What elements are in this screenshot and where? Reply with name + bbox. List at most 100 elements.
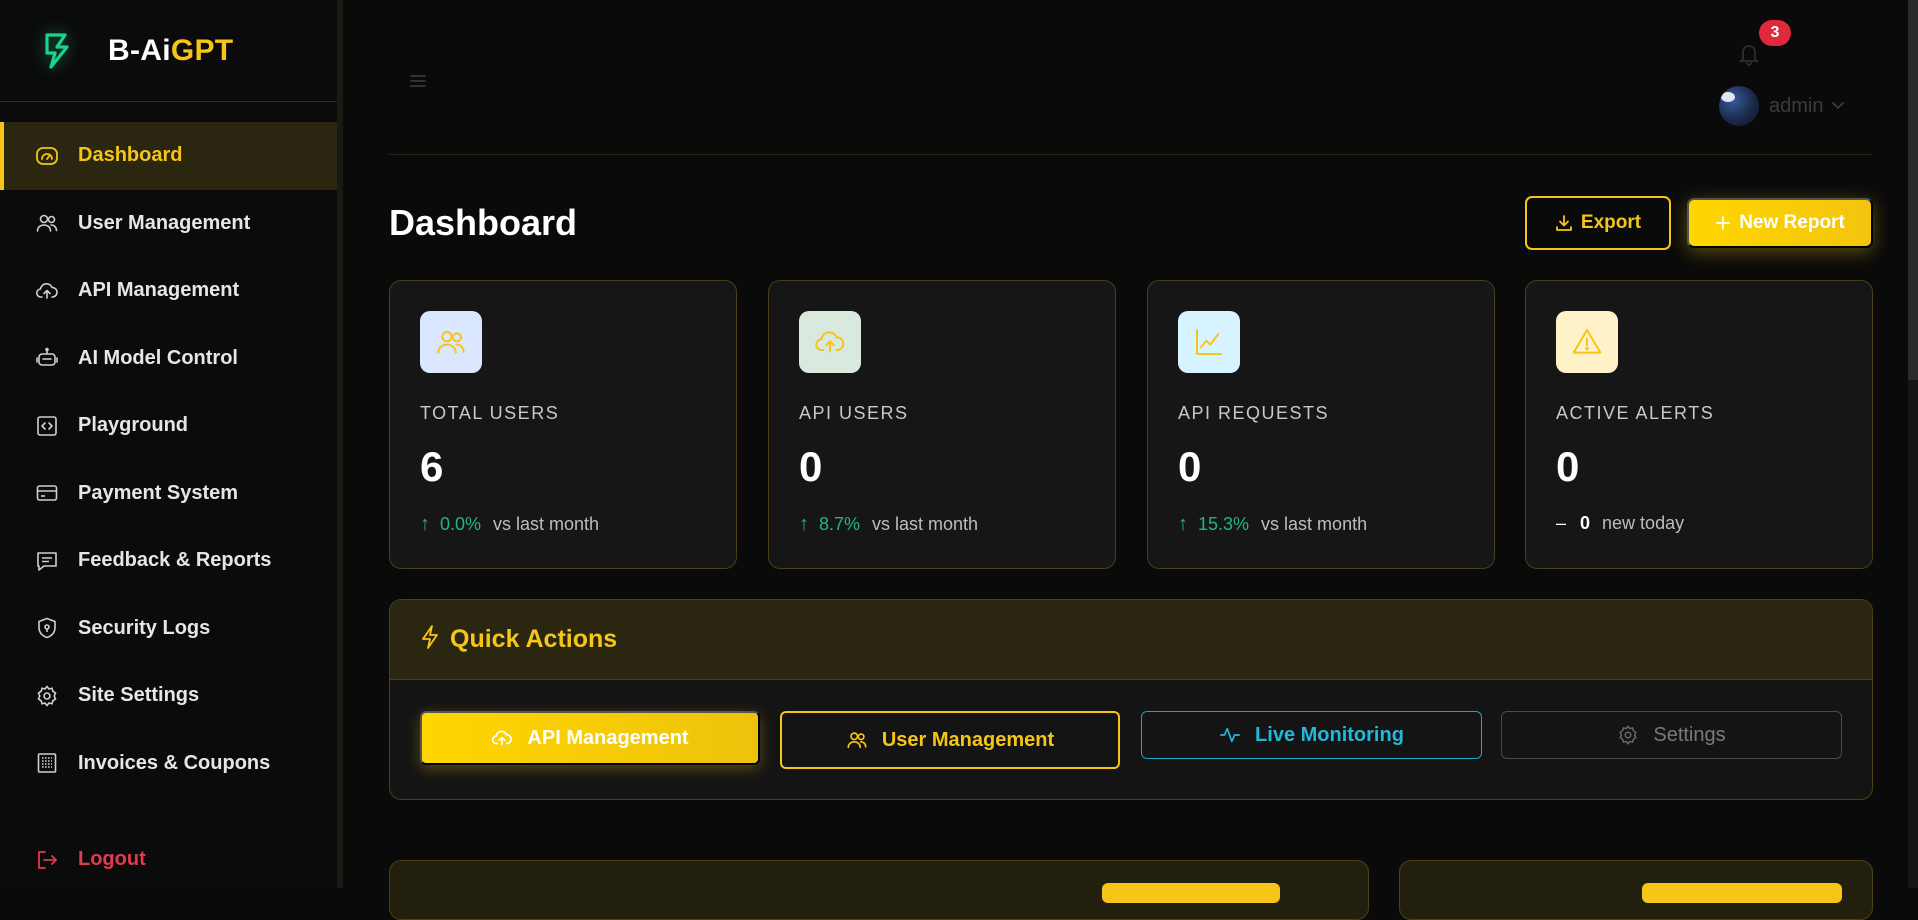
page-title: Dashboard: [389, 202, 578, 243]
export-button[interactable]: Export: [1525, 196, 1671, 250]
sidebar-item-label: Playground: [78, 414, 189, 437]
notifications-count-badge[interactable]: 3: [1759, 20, 1791, 46]
export-label: Export: [1580, 212, 1642, 233]
sidebar-item-label: Site Settings: [78, 684, 200, 707]
notifications-bell-icon[interactable]: [1738, 42, 1762, 66]
stat-card-api-requests: API REQUESTS 0 ↑ 15.3% vs last month: [1147, 280, 1495, 569]
warning-icon: [1556, 311, 1618, 373]
arrow-up-icon: ↑: [1178, 513, 1188, 535]
users-icon: [847, 732, 867, 749]
trend-count: 0: [1580, 513, 1591, 533]
quick-action-live-monitoring-button[interactable]: Live Monitoring: [1141, 711, 1482, 759]
shield-icon: [34, 615, 60, 641]
trend-percent: 8.7%: [819, 514, 861, 534]
new-report-label: New Report: [1739, 212, 1845, 233]
sidebar-item-invoices-coupons[interactable]: Invoices & Coupons: [0, 730, 337, 798]
message-icon: [34, 548, 60, 574]
sidebar-item-ai-model-control[interactable]: AI Model Control: [0, 325, 337, 393]
sidebar-item-security-logs[interactable]: Security Logs: [0, 595, 337, 663]
scrollbar-thumb[interactable]: [1908, 0, 1918, 380]
panel-action-button[interactable]: [1642, 883, 1842, 903]
trend-percent: 0.0%: [440, 514, 482, 534]
quick-action-user-management-button[interactable]: User Management: [780, 711, 1120, 769]
sidebar-item-site-settings[interactable]: Site Settings: [0, 662, 337, 730]
cloud-upload-icon: [492, 730, 513, 746]
trend-percent: 15.3%: [1198, 514, 1250, 534]
cloud-upload-icon: [34, 278, 60, 304]
stat-card-api-users: API USERS 0 ↑ 8.7% vs last month: [768, 280, 1116, 569]
bottom-panel-left: [389, 860, 1369, 920]
button-label: Settings: [1653, 723, 1726, 746]
chart-line-icon: [1178, 311, 1240, 373]
sidebar-item-label: Security Logs: [78, 616, 211, 639]
sidebar-item-playground[interactable]: Playground: [0, 392, 337, 460]
sidebar-item-user-management[interactable]: User Management: [0, 190, 337, 258]
sidebar-item-label: Dashboard: [78, 144, 183, 167]
sidebar-nav: Dashboard User Management API Management…: [0, 122, 337, 797]
sidebar-item-label: API Management: [78, 279, 240, 302]
chevron-down-icon: [1831, 97, 1845, 115]
sidebar-item-api-management[interactable]: API Management: [0, 257, 337, 325]
trend-text: new today: [1602, 513, 1685, 533]
stat-trend: ↑ 0.0% vs last month: [420, 513, 599, 536]
stat-value: 6: [420, 443, 444, 490]
download-icon: [1556, 215, 1572, 231]
brand-name: B-AiGPT: [108, 33, 234, 67]
gear-icon: [1619, 725, 1638, 745]
dashboard-gauge-icon: [34, 143, 60, 169]
arrow-up-icon: ↑: [799, 513, 809, 535]
stat-card-total-users: TOTAL USERS 6 ↑ 0.0% vs last month: [389, 280, 737, 569]
activity-icon: [1220, 727, 1241, 743]
sidebar-item-label: Payment System: [78, 481, 239, 504]
arrow-up-icon: ↑: [420, 513, 430, 535]
sidebar-item-payment-system[interactable]: Payment System: [0, 460, 337, 528]
stat-label: API USERS: [799, 403, 909, 423]
button-label: User Management: [881, 728, 1055, 751]
plus-icon: [1716, 216, 1731, 230]
menu-toggle-icon[interactable]: [409, 72, 431, 94]
receipt-icon: [34, 750, 60, 776]
quick-action-settings-button[interactable]: Settings: [1501, 711, 1842, 759]
trend-text: vs last month: [493, 514, 600, 534]
stat-trend: – 0 new today: [1556, 513, 1684, 534]
user-name: admin: [1769, 94, 1824, 117]
cloud-upload-icon: [799, 311, 861, 373]
avatar: [1719, 86, 1759, 126]
new-report-button[interactable]: New Report: [1687, 198, 1873, 248]
stat-value: 0: [799, 443, 823, 490]
gear-icon: [34, 683, 60, 709]
brand[interactable]: B-AiGPT: [0, 0, 337, 102]
credit-card-icon: [34, 480, 60, 506]
quick-actions-header: Quick Actions: [390, 600, 1872, 680]
stat-card-active-alerts: ACTIVE ALERTS 0 – 0 new today: [1525, 280, 1873, 569]
topbar: 3 admin: [389, 0, 1872, 155]
logout-icon: [34, 847, 60, 873]
sidebar-item-logout[interactable]: Logout: [0, 826, 337, 894]
quick-action-api-management-button[interactable]: API Management: [420, 711, 760, 765]
stat-value: 0: [1178, 443, 1202, 490]
sidebar-item-feedback-reports[interactable]: Feedback & Reports: [0, 527, 337, 595]
sidebar-item-label: AI Model Control: [78, 346, 238, 369]
sidebar-item-label: Feedback & Reports: [78, 549, 272, 572]
button-label: Live Monitoring: [1255, 723, 1404, 746]
robot-icon: [34, 345, 60, 371]
main-content: 3 admin Dashboard Export New Report TOTA…: [349, 0, 1918, 920]
quick-actions-title: Quick Actions: [450, 625, 618, 653]
button-label: API Management: [527, 726, 689, 749]
page-scrollbar[interactable]: [1908, 0, 1918, 888]
stat-value: 0: [1556, 443, 1580, 490]
stat-label: API REQUESTS: [1178, 403, 1330, 423]
minus-icon: –: [1556, 513, 1567, 533]
sidebar-item-label: Invoices & Coupons: [78, 751, 271, 774]
panel-action-button[interactable]: [1102, 883, 1280, 903]
stat-trend: ↑ 15.3% vs last month: [1178, 513, 1367, 536]
brand-b-icon: [40, 30, 76, 72]
sidebar-item-dashboard[interactable]: Dashboard: [0, 122, 337, 190]
quick-actions-panel: Quick Actions API Management User Manage…: [389, 599, 1873, 800]
trend-text: vs last month: [872, 514, 979, 534]
user-menu[interactable]: admin: [1719, 86, 1845, 126]
sidebar-item-label: User Management: [78, 211, 251, 234]
stat-label: TOTAL USERS: [420, 403, 560, 423]
sidebar: B-AiGPT Dashboard User Management API Ma…: [0, 0, 343, 888]
stat-label: ACTIVE ALERTS: [1556, 403, 1715, 423]
